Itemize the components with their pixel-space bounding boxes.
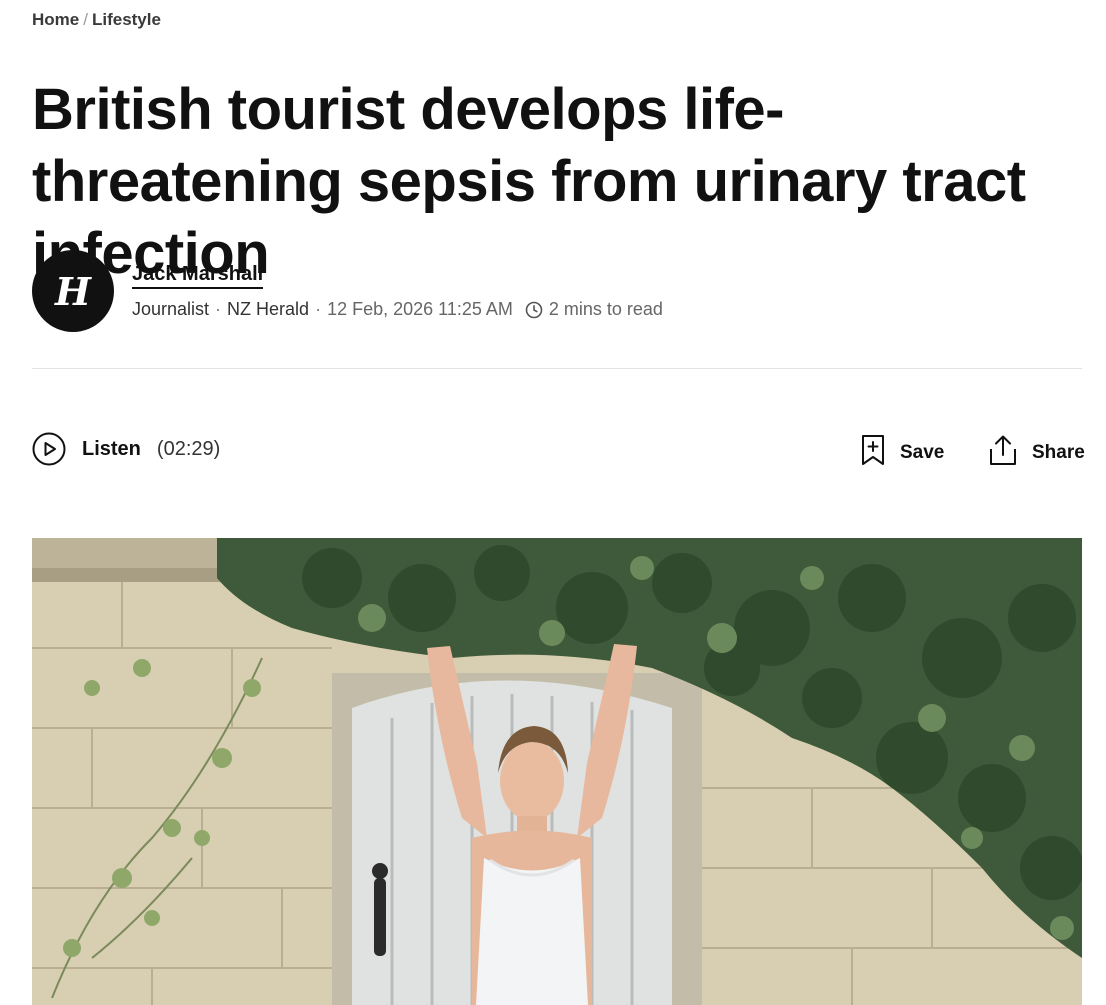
- breadcrumb: Home / Lifestyle: [32, 10, 161, 30]
- read-time: 2 mins to read: [548, 299, 663, 319]
- meta-separator-dot: ·: [315, 299, 322, 319]
- article-hero-image[interactable]: [32, 538, 1082, 1005]
- bookmark-plus-icon: [860, 434, 886, 471]
- author-avatar[interactable]: H: [32, 250, 114, 332]
- save-button[interactable]: Save: [860, 434, 944, 471]
- article-headline: British tourist develops life-threatenin…: [32, 77, 1026, 286]
- share-upload-icon: [988, 434, 1018, 471]
- share-label: Share: [1032, 441, 1085, 463]
- play-circle-icon: [32, 432, 66, 466]
- save-label: Save: [900, 441, 945, 463]
- author-name-link[interactable]: Jack Marshall: [132, 263, 264, 289]
- author-role: Journalist: [132, 299, 210, 319]
- share-button[interactable]: Share: [988, 434, 1085, 471]
- author-meta: Journalist · NZ Herald · 12 Feb, 2026 11…: [132, 299, 663, 320]
- breadcrumb-home-link[interactable]: Home: [32, 10, 79, 29]
- listen-label: Listen: [82, 437, 141, 460]
- breadcrumb-section-link[interactable]: Lifestyle: [92, 10, 161, 29]
- publish-date: 12 Feb, 2026 11:25 AM: [327, 299, 513, 319]
- listen-button[interactable]: Listen (02:29): [32, 432, 220, 466]
- publication-name: NZ Herald: [227, 299, 310, 319]
- meta-separator-dot: ·: [215, 299, 222, 319]
- clock-icon: [525, 301, 543, 319]
- avatar-logo-letter: H: [55, 268, 91, 314]
- header-divider: [32, 368, 1082, 369]
- listen-duration: (02:29): [156, 437, 221, 460]
- breadcrumb-separator: /: [83, 10, 88, 29]
